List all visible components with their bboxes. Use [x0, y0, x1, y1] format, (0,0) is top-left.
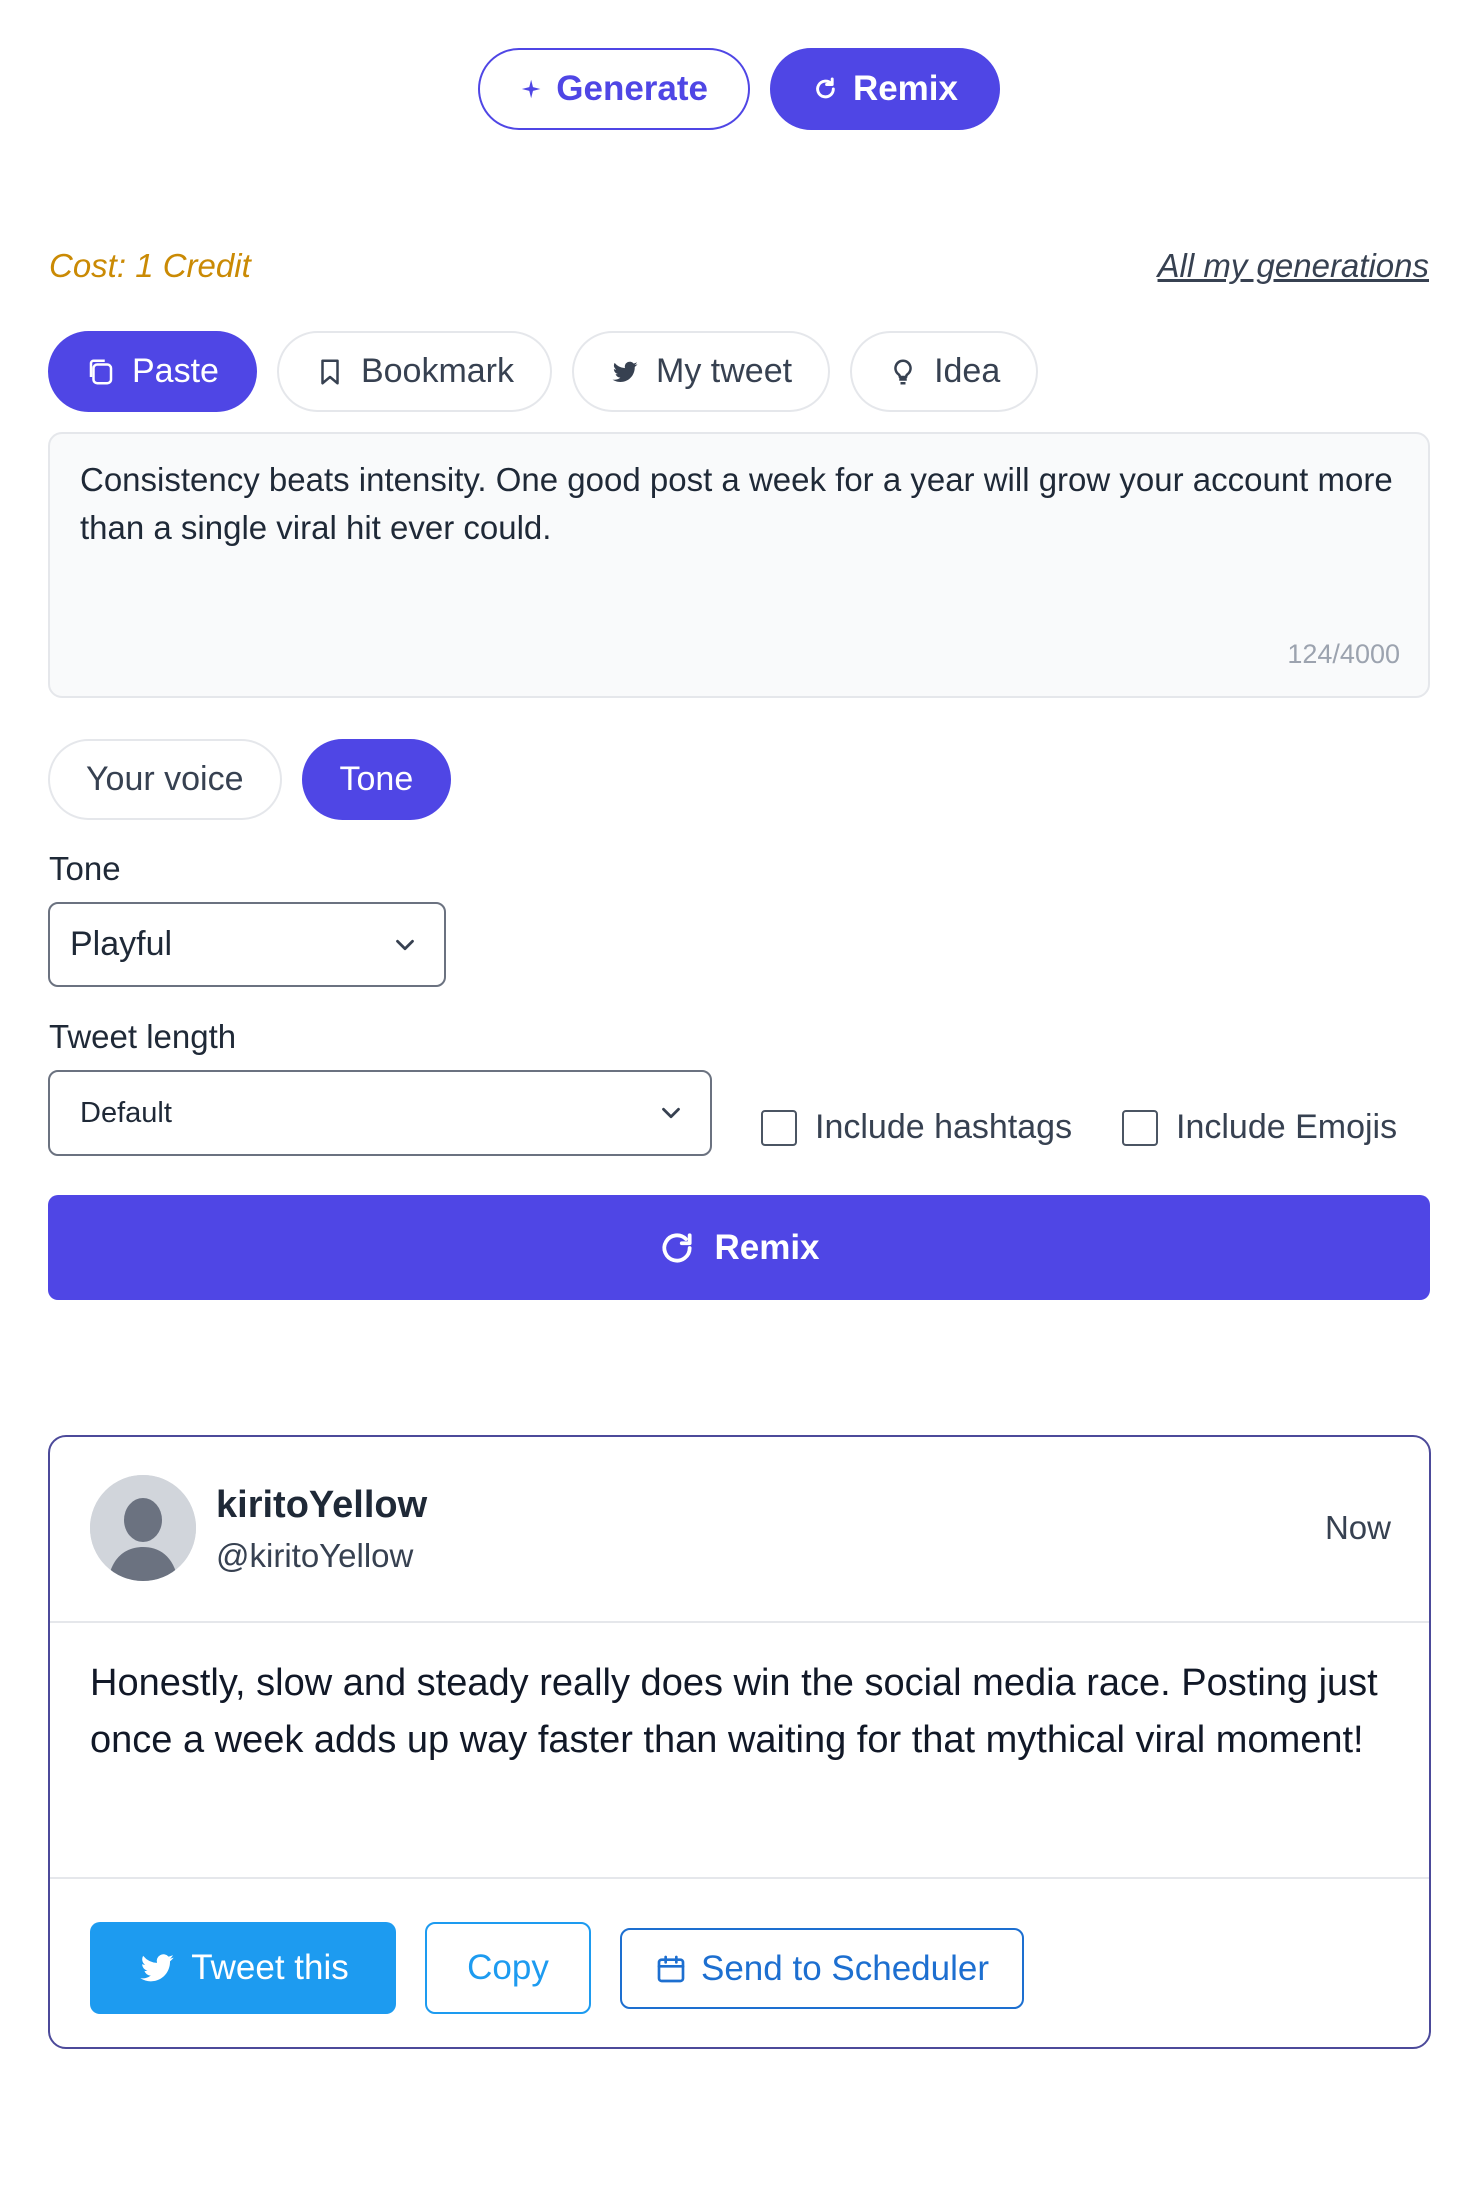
- tweet-handle: @kiritoYellow: [216, 1537, 414, 1574]
- tone-label: Tone: [49, 850, 121, 887]
- tab-idea-label: Idea: [934, 352, 1001, 390]
- tweet-length-value: Default: [80, 1096, 172, 1129]
- all-generations-link[interactable]: All my generations: [1158, 247, 1429, 285]
- remix-mode-label: Remix: [852, 69, 958, 108]
- bookmark-icon: [321, 359, 339, 384]
- calendar-icon: [657, 1955, 685, 1982]
- source-text-input[interactable]: Consistency beats intensity. One good po…: [48, 432, 1430, 698]
- copy-icon: [89, 359, 113, 384]
- lightbulb-icon: [894, 358, 912, 384]
- source-text-value: Consistency beats intensity. One good po…: [80, 461, 1393, 546]
- style-tabs: Your voice Tone: [48, 739, 452, 820]
- twitter-bird-icon: [612, 361, 638, 382]
- tweet-username: kiritoYellow: [216, 1484, 428, 1526]
- send-to-scheduler-label: Send to Scheduler: [701, 1948, 989, 1988]
- tweet-this-label: Tweet this: [191, 1948, 349, 1987]
- refresh-icon: [662, 1232, 693, 1263]
- source-tabs: Paste Bookmark My tweet Idea: [48, 331, 1039, 412]
- include-emojis-checkbox[interactable]: [1122, 1109, 1158, 1146]
- avatar: [90, 1475, 196, 1581]
- send-to-scheduler-button[interactable]: Send to Scheduler: [620, 1928, 1024, 2009]
- page: Generate Remix Cost: 1 Credit All my gen…: [0, 0, 1478, 2192]
- tweet-actions: Tweet this Copy Send to Scheduler: [50, 1877, 1429, 2049]
- tweet-this-button[interactable]: Tweet this: [90, 1922, 396, 2014]
- tweet-timestamp: Now: [1324, 1509, 1391, 1546]
- tab-my-tweet[interactable]: My tweet: [572, 331, 831, 412]
- user-avatar-icon: [90, 1475, 196, 1581]
- include-emojis-label: Include Emojis: [1176, 1108, 1398, 1146]
- tweet-header: kiritoYellow @kiritoYellow Now: [50, 1437, 1429, 1623]
- tab-bookmark[interactable]: Bookmark: [276, 331, 553, 412]
- tab-tone[interactable]: Tone: [301, 739, 452, 820]
- character-counter: 124/4000: [1287, 639, 1400, 669]
- tweet-preview-card: kiritoYellow @kiritoYellow Now Honestly,…: [48, 1435, 1431, 2049]
- include-hashtags-label: Include hashtags: [815, 1108, 1073, 1146]
- tweet-length-select[interactable]: Default: [48, 1070, 712, 1156]
- tab-your-voice[interactable]: Your voice: [48, 739, 282, 820]
- remix-mode-button[interactable]: Remix: [770, 48, 1000, 130]
- generate-mode-button[interactable]: Generate: [478, 48, 750, 130]
- mode-switch: Generate Remix: [0, 48, 1478, 130]
- sparkle-icon: [521, 79, 541, 99]
- remix-button[interactable]: Remix: [48, 1195, 1430, 1300]
- tab-paste-label: Paste: [132, 352, 219, 390]
- chevron-down-icon: [662, 1107, 680, 1119]
- include-hashtags-checkbox[interactable]: [761, 1109, 797, 1146]
- tab-my-tweet-label: My tweet: [656, 352, 793, 390]
- tone-select[interactable]: Playful: [48, 902, 446, 987]
- include-hashtags-option[interactable]: Include hashtags: [761, 1108, 1072, 1147]
- generate-mode-label: Generate: [556, 69, 708, 108]
- cost-label: Cost: 1 Credit: [49, 247, 251, 284]
- tweet-body: Honestly, slow and steady really does wi…: [90, 1662, 1378, 1761]
- twitter-bird-icon: [140, 1954, 174, 1982]
- include-emojis-option[interactable]: Include Emojis: [1122, 1108, 1397, 1147]
- tone-select-value: Playful: [70, 925, 173, 963]
- tab-idea[interactable]: Idea: [850, 331, 1039, 412]
- tweet-length-label: Tweet length: [49, 1018, 237, 1055]
- tab-bookmark-label: Bookmark: [360, 352, 515, 390]
- refresh-icon: [816, 77, 835, 99]
- tab-paste[interactable]: Paste: [48, 331, 257, 412]
- remix-button-label: Remix: [714, 1227, 820, 1267]
- copy-button[interactable]: Copy: [425, 1922, 591, 2014]
- chevron-down-icon: [396, 939, 414, 950]
